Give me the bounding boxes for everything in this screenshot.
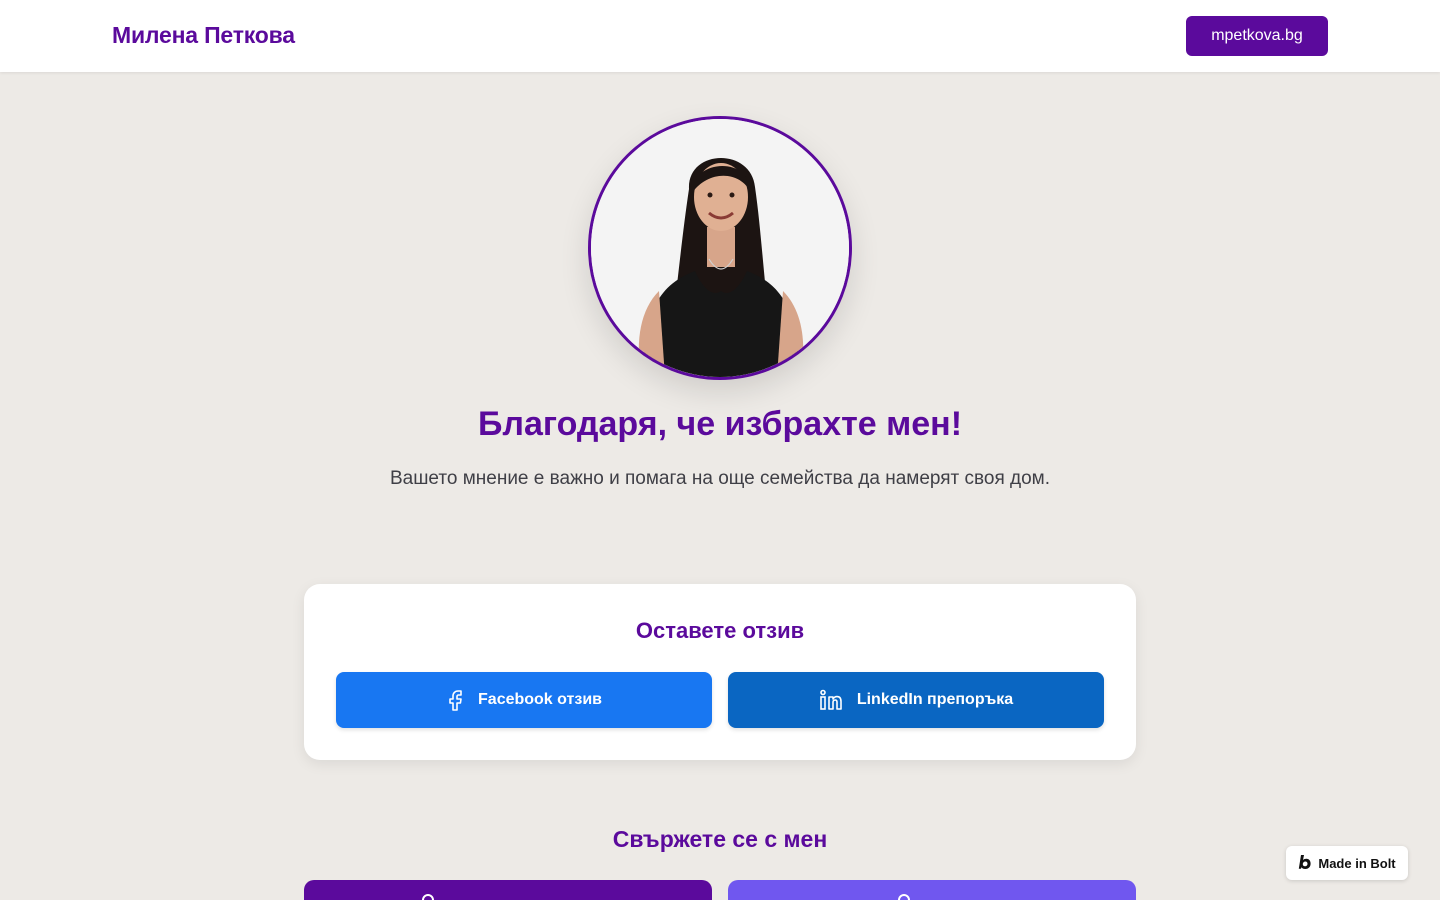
linkedin-recommendation-label: LinkedIn препоръка: [856, 691, 1014, 708]
contact-section-title: Свържете се с мен: [612, 826, 828, 852]
review-card: Оставете отзив Facebook отзив LinkedIn п…: [304, 584, 1136, 760]
brand-name[interactable]: Милена Петкова: [112, 22, 295, 49]
intro-text: Вашето мнение е важно и помага на още се…: [389, 468, 1051, 489]
contact-phone-button[interactable]: [304, 880, 712, 900]
linkedin-recommendation-button[interactable]: LinkedIn препоръка: [728, 672, 1104, 728]
website-button[interactable]: mpetkova.bg: [1186, 16, 1328, 56]
made-in-bolt-badge[interactable]: Made in Bolt: [1286, 846, 1408, 880]
profile-photo: [588, 116, 852, 380]
linkedin-icon: [819, 689, 843, 711]
bolt-logo-icon: [1298, 854, 1312, 873]
message-icon: [898, 894, 910, 900]
bolt-badge-label: Made in Bolt: [1318, 855, 1396, 871]
page-headline: Благодаря, че избрахте мен!: [477, 405, 963, 443]
facebook-icon: [446, 689, 464, 711]
phone-icon: [422, 894, 434, 900]
top-navigation-bar: Милена Петкова mpetkova.bg: [0, 0, 1440, 72]
facebook-review-button[interactable]: Facebook отзив: [336, 672, 712, 728]
review-section-title: Оставете отзив: [635, 618, 805, 643]
contact-message-button[interactable]: [728, 880, 1136, 900]
facebook-review-label: Facebook отзив: [478, 691, 602, 708]
